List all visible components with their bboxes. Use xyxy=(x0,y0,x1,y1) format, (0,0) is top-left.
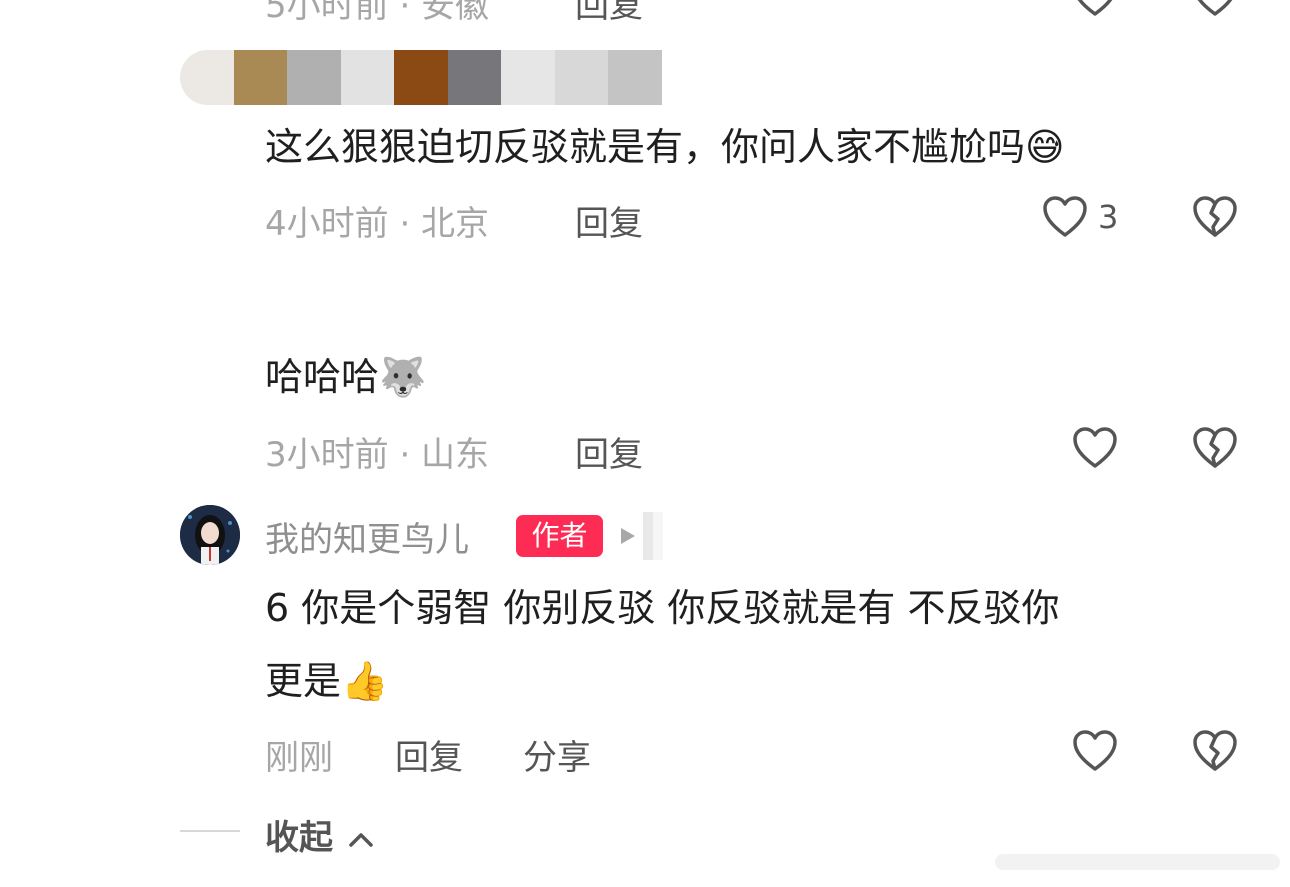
previous-comment-meta: 5小时前 · 安徽 xyxy=(265,0,490,26)
heart-outline-icon xyxy=(1043,196,1087,237)
comment-text-line-2: 更是👍 xyxy=(265,656,388,706)
author-badge: 作者 xyxy=(516,515,603,557)
like-count: 3 xyxy=(1098,198,1119,236)
wolf-emoji-icon: 🐺 xyxy=(379,355,427,399)
dislike-button[interactable] xyxy=(1192,195,1238,239)
collapse-divider xyxy=(180,830,240,832)
chevron-up-icon xyxy=(349,832,373,847)
like-button[interactable] xyxy=(1072,729,1118,773)
avatar[interactable] xyxy=(180,505,240,565)
heart-outline-icon xyxy=(1073,427,1117,468)
play-indicator xyxy=(616,512,663,560)
dislike-button[interactable] xyxy=(1192,426,1238,470)
previous-comment-reply-button[interactable]: 回复 xyxy=(575,0,643,27)
like-button[interactable] xyxy=(1042,195,1088,239)
like-button[interactable] xyxy=(1072,426,1118,470)
collapse-replies-button[interactable]: 收起 xyxy=(265,810,375,859)
author-username[interactable]: 我的知更鸟儿 xyxy=(265,512,469,561)
previous-comment-like-button[interactable] xyxy=(1072,0,1118,18)
avatar-portrait-icon xyxy=(180,505,240,565)
broken-heart-icon xyxy=(1193,427,1237,468)
broken-heart-icon xyxy=(1197,0,1233,16)
comment-body: 哈哈哈 xyxy=(265,355,380,399)
comment-body: 更是 xyxy=(265,659,342,703)
heart-outline-icon xyxy=(1077,0,1113,16)
heart-outline-icon xyxy=(1073,730,1117,771)
comment-text: 这么狠狠迫切反驳就是有，你问人家不尴尬吗😅 xyxy=(265,122,1065,172)
comment-time-location: 4小时前 · 北京 xyxy=(265,204,490,244)
comment-text-line-1: 6 你是个弱智 你别反驳 你反驳就是有 不反驳你 xyxy=(265,586,1060,630)
comment-time-location: 3小时前 · 山东 xyxy=(265,435,490,475)
watermark-pattern-icon xyxy=(995,854,1280,870)
sweat-smile-emoji-icon: 😅 xyxy=(1025,125,1065,169)
play-triangle-icon xyxy=(621,512,663,560)
broken-heart-icon xyxy=(1193,730,1237,771)
reply-button[interactable]: 回复 xyxy=(575,427,643,476)
reply-button[interactable]: 回复 xyxy=(395,730,463,779)
watermark xyxy=(995,852,1280,872)
thumbs-up-emoji-icon: 👍 xyxy=(341,659,389,703)
dislike-button[interactable] xyxy=(1192,729,1238,773)
reply-button[interactable]: 回复 xyxy=(575,196,643,245)
previous-comment-dislike-button[interactable] xyxy=(1192,0,1238,18)
redacted-pixelated-region xyxy=(180,50,715,105)
collapse-label: 收起 xyxy=(265,818,333,858)
share-button[interactable]: 分享 xyxy=(523,730,591,779)
comment-body: 这么狠狠迫切反驳就是有，你问人家不尴尬吗 xyxy=(265,125,1026,169)
comment-time: 刚刚 xyxy=(265,738,333,778)
broken-heart-icon xyxy=(1193,196,1237,237)
comment-text: 哈哈哈🐺 xyxy=(265,352,426,402)
